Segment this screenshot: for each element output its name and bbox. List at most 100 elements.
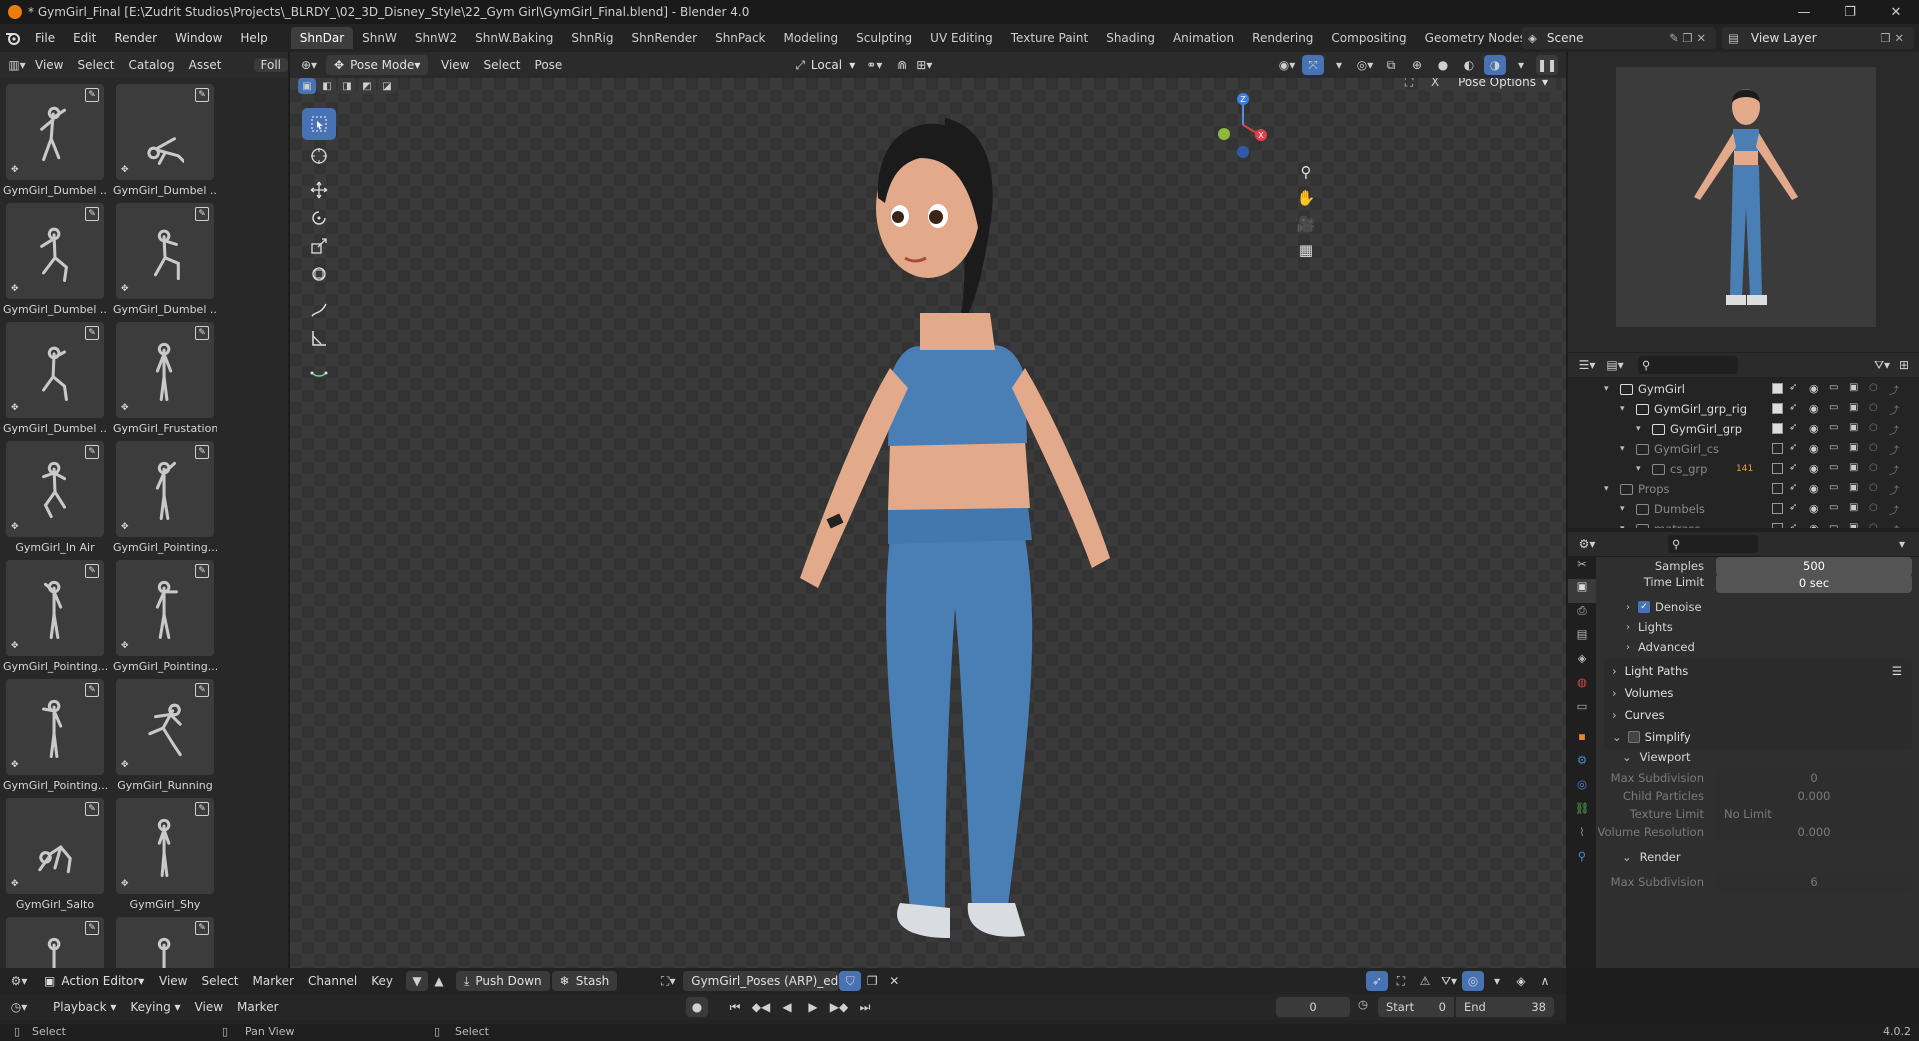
presets-list-icon[interactable]: ☰	[1892, 664, 1902, 678]
record-icon[interactable]: ●	[686, 997, 708, 1017]
pose-x-toggle[interactable]: X	[1424, 78, 1447, 92]
edit-asset-icon[interactable]: ✎	[85, 207, 99, 221]
shading-options-icon[interactable]: ▾	[1510, 55, 1532, 75]
ortho-grid-icon[interactable]: ▦	[1292, 236, 1320, 264]
selectable-arrow-icon[interactable]: ➶	[1789, 422, 1803, 436]
exclude-checkbox-icon[interactable]	[1772, 383, 1783, 394]
expand-toggle-icon[interactable]: ▾	[1620, 404, 1625, 414]
expand-toggle-icon[interactable]: ▾	[1620, 444, 1625, 454]
timeline-menu-marker[interactable]: Marker	[230, 1000, 285, 1014]
outliner-row[interactable]: ▾ Props ➶ ◉ ▭ ▣ ○ ⤴	[1568, 479, 1919, 499]
action-name-field[interactable]: GymGirl_Poses (ARP)_edited	[683, 971, 861, 991]
camera-render-icon[interactable]: ▣	[1849, 482, 1863, 496]
asset-follow-dropdown[interactable]: Foll	[253, 58, 288, 72]
layer-up-icon[interactable]: ▲	[428, 971, 450, 991]
stash-button[interactable]: ❄ Stash	[551, 971, 618, 991]
holdout-icon[interactable]: ○	[1869, 382, 1883, 396]
holdout-icon[interactable]: ○	[1869, 442, 1883, 456]
cursor-tool[interactable]	[302, 140, 336, 172]
properties-search-input[interactable]: ⚲	[1668, 535, 1758, 553]
outliner-row[interactable]: ▾ GymGirl ➶ ◉ ▭ ▣ ○ ⤴	[1568, 379, 1919, 399]
play-reverse-icon[interactable]: ◀	[776, 997, 798, 1017]
indirect-only-icon[interactable]: ⤴	[1889, 502, 1903, 517]
menu-window[interactable]: Window	[166, 24, 231, 52]
workspace-tab-shnrender[interactable]: ShnRender	[623, 27, 707, 49]
outliner-search-input[interactable]: ⚲	[1638, 356, 1738, 374]
time-limit-field[interactable]: 0 sec	[1716, 574, 1912, 593]
asset-thumbnail[interactable]: ✎✥	[116, 322, 214, 418]
action-menu-key[interactable]: Key	[364, 974, 400, 988]
zoom-icon[interactable]: ⚲	[1292, 158, 1320, 186]
asset-menu-catalog[interactable]: Catalog	[122, 58, 182, 72]
pause-render-icon[interactable]: ❚❚	[1536, 55, 1558, 75]
duplicate-action-icon[interactable]: ❐	[861, 971, 883, 991]
exclude-checkbox-icon[interactable]	[1772, 463, 1783, 474]
jump-end-icon[interactable]: ⏭	[854, 997, 876, 1017]
edit-asset-icon[interactable]: ✎	[195, 564, 209, 578]
solid-shading-icon[interactable]: ●	[1432, 55, 1454, 75]
child-particles-field[interactable]: 0.000	[1716, 787, 1912, 806]
viewport-menu-select[interactable]: Select	[476, 58, 527, 72]
volumes-panel[interactable]: › Volumes	[1604, 681, 1912, 705]
light-paths-panel[interactable]: › Light Paths ☰	[1604, 659, 1912, 683]
indirect-only-icon[interactable]: ⤴	[1889, 402, 1903, 417]
holdout-icon[interactable]: ○	[1869, 482, 1883, 496]
workspace-tab-shnpack[interactable]: ShnPack	[706, 27, 774, 49]
workspace-tab-shnw2[interactable]: ShnW2	[406, 27, 466, 49]
menu-render[interactable]: Render	[105, 24, 166, 52]
volume-resolution-field[interactable]: 0.000	[1716, 823, 1912, 842]
editor-type-icon[interactable]: ▥▾	[6, 55, 28, 75]
expand-toggle-icon[interactable]: ▾	[1620, 524, 1625, 528]
workspace-tab-shnw[interactable]: ShnW	[353, 27, 406, 49]
select-box-tool[interactable]	[302, 108, 336, 140]
view-layer-selector[interactable]: ▤ View Layer ❐ ✕	[1722, 27, 1914, 49]
edit-asset-icon[interactable]: ✎	[85, 326, 99, 340]
monitor-icon[interactable]: ▭	[1829, 382, 1843, 396]
monitor-icon[interactable]: ▭	[1829, 462, 1843, 476]
holdout-icon[interactable]: ○	[1869, 502, 1883, 516]
indirect-only-icon[interactable]: ⤴	[1889, 422, 1903, 437]
mode-dropdown[interactable]: ✥ Pose Mode ▾	[326, 55, 428, 75]
camera-render-icon[interactable]: ▣	[1849, 402, 1863, 416]
asset-thumbnail[interactable]: ✎✥	[6, 322, 104, 418]
action-menu-select[interactable]: Select	[194, 974, 245, 988]
clock-icon[interactable]: ◷	[1358, 997, 1368, 1011]
layer-down-icon[interactable]: ▼	[406, 971, 429, 991]
play-icon[interactable]: ▶	[802, 997, 824, 1017]
workspace-tab-rendering[interactable]: Rendering	[1243, 27, 1322, 49]
select-new-icon[interactable]: ▣	[298, 78, 316, 94]
xray-icon[interactable]: ⧉	[1380, 55, 1402, 75]
show-hidden-icon[interactable]: ⛶	[1390, 971, 1412, 991]
edit-asset-icon[interactable]: ✎	[85, 921, 99, 935]
filter-icon[interactable]: ⛛▾	[1871, 355, 1893, 375]
eye-icon[interactable]: ◉	[1809, 482, 1823, 496]
viewport-menu-pose[interactable]: Pose	[528, 58, 570, 72]
action-menu-view[interactable]: View	[152, 974, 194, 988]
timeline-editor-icon[interactable]: ◷▾	[8, 997, 30, 1017]
eye-icon[interactable]: ◉	[1809, 422, 1823, 436]
monitor-icon[interactable]: ▭	[1829, 442, 1843, 456]
edit-asset-icon[interactable]: ✎	[195, 921, 209, 935]
properties-options-icon[interactable]: ▾	[1891, 534, 1913, 554]
push-down-button[interactable]: ⤓ Push Down	[456, 971, 550, 991]
eye-icon[interactable]: ◉	[1809, 382, 1823, 396]
outliner-row[interactable]: ▾ GymGirl_grp_rig ➶ ◉ ▭ ▣ ○ ⤴	[1568, 399, 1919, 419]
action-browse-icon[interactable]: ⛶▾	[657, 971, 679, 991]
asset-thumbnail[interactable]: ✎✥	[6, 203, 104, 299]
exclude-checkbox-icon[interactable]	[1772, 443, 1783, 454]
viewport-menu-view[interactable]: View	[434, 58, 476, 72]
wireframe-shading-icon[interactable]: ⊕	[1406, 55, 1428, 75]
denoise-row[interactable]: › ✓ Denoise	[1626, 597, 1702, 617]
simplify-panel[interactable]: ⌄ Simplify	[1604, 725, 1912, 749]
current-frame-field[interactable]: 0	[1276, 997, 1350, 1017]
eye-icon[interactable]: ◉	[1809, 462, 1823, 476]
only-errors-icon[interactable]: ⚠	[1414, 971, 1436, 991]
display-mode-icon[interactable]: ▤▾	[1604, 355, 1626, 375]
monitor-icon[interactable]: ▭	[1829, 522, 1843, 528]
camera-render-icon[interactable]: ▣	[1849, 422, 1863, 436]
asset-thumbnail[interactable]: ✎✥	[6, 441, 104, 537]
unlink-action-icon[interactable]: ✕	[883, 971, 905, 991]
asset-thumbnail[interactable]: ✎✥	[116, 84, 214, 180]
exclude-checkbox-icon[interactable]	[1772, 483, 1783, 494]
indirect-only-icon[interactable]: ⤴	[1889, 482, 1903, 497]
